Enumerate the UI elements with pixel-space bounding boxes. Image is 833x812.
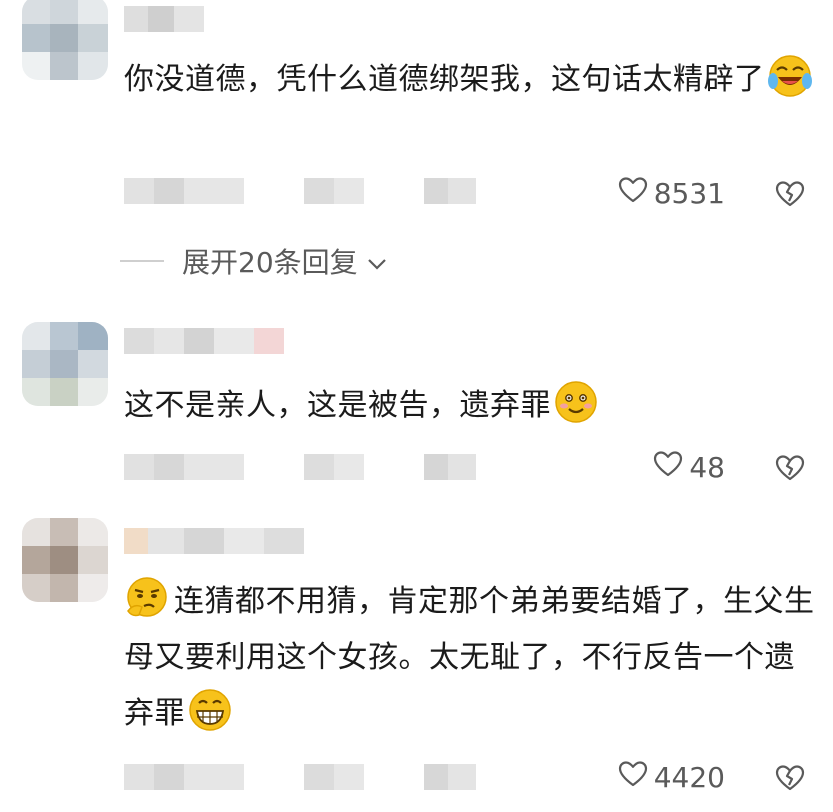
thinking-smirk-emoji-icon <box>124 575 170 621</box>
expand-replies-button[interactable]: 展开20条回复 <box>120 241 388 281</box>
divider-line <box>120 260 164 262</box>
avatar[interactable] <box>22 0 108 80</box>
like-count: 8531 <box>653 177 725 210</box>
like-button[interactable]: 8531 <box>618 176 725 211</box>
heart-outline-icon <box>618 176 648 211</box>
like-count: 4420 <box>653 761 725 794</box>
heart-outline-icon <box>618 760 648 795</box>
smile-emoji-icon <box>553 379 599 425</box>
grin-emoji-icon <box>187 687 233 733</box>
broken-heart-icon <box>775 181 805 212</box>
broken-heart-icon <box>775 765 805 796</box>
avatar[interactable] <box>22 518 108 602</box>
comment-text: 连猜都不用猜，肯定那个弟弟要结婚了，生父生母又要利用这个女孩。太无耻了，不行反告… <box>124 574 824 742</box>
comment-feed: 你没道德，凭什么道德绑架我，这句话太精辟了 8531 展开20条回复 这不是亲人… <box>0 0 833 812</box>
expand-replies-label: 展开20条回复 <box>182 246 358 279</box>
avatar[interactable] <box>22 322 108 406</box>
like-button[interactable]: 4420 <box>618 760 725 795</box>
comment-text: 你没道德，凭什么道德绑架我，这句话太精辟了 <box>124 52 824 108</box>
dislike-button[interactable] <box>775 764 805 796</box>
broken-heart-icon <box>775 455 805 486</box>
laughing-tears-emoji-icon <box>767 53 813 99</box>
dislike-button[interactable] <box>775 454 805 486</box>
chevron-down-icon <box>358 245 388 278</box>
like-count: 48 <box>689 451 725 484</box>
dislike-button[interactable] <box>775 180 805 212</box>
like-button[interactable]: 48 <box>653 450 725 485</box>
heart-outline-icon <box>653 450 683 485</box>
comment-text: 这不是亲人，这是被告，遗弃罪 <box>124 378 824 434</box>
